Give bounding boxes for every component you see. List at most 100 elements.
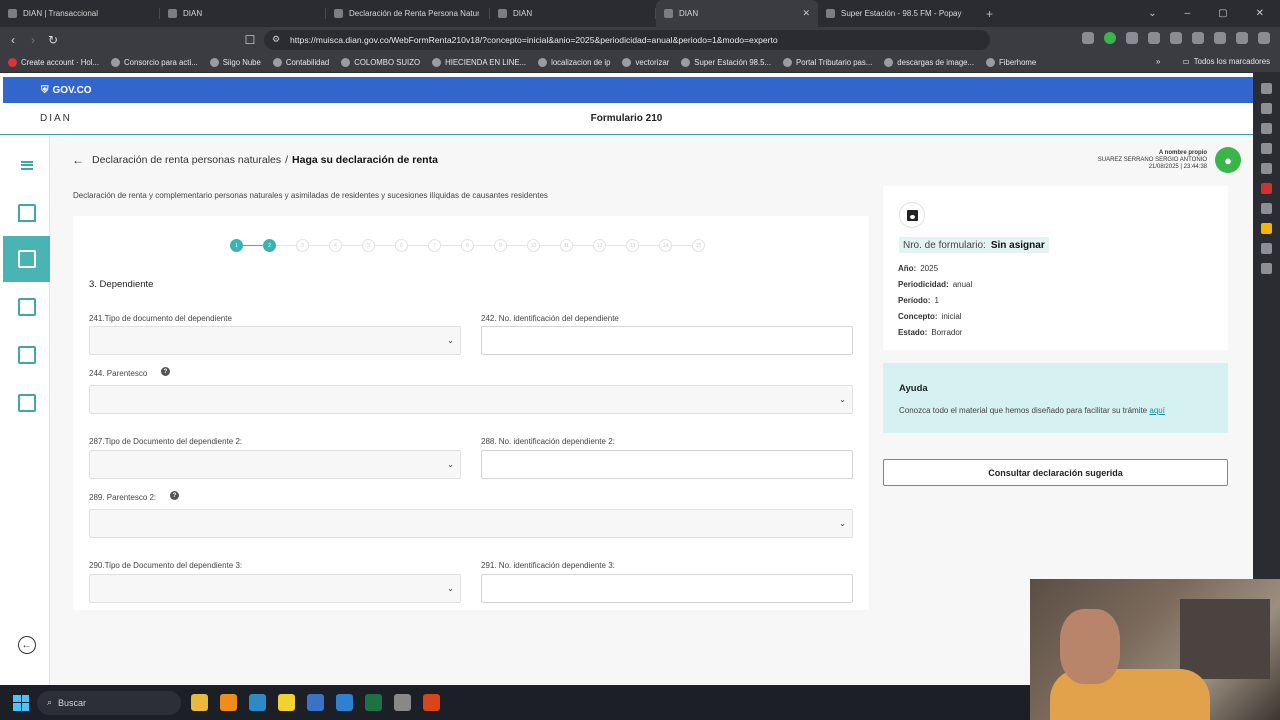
bookmark-item[interactable]: Super Estación 98.5...: [681, 58, 771, 67]
collapse-nav-button[interactable]: ←: [3, 622, 50, 668]
reload-icon[interactable]: ↻: [43, 33, 63, 47]
close-window-icon[interactable]: ✕: [1256, 8, 1264, 19]
input-288-id-number-2[interactable]: [481, 450, 853, 479]
notes-icon[interactable]: [278, 694, 295, 711]
browser-tab[interactable]: DIAN: [160, 0, 326, 27]
stepper-step[interactable]: 1: [230, 239, 243, 252]
sidebar-icon[interactable]: [1261, 223, 1272, 234]
extension-icon[interactable]: [1104, 32, 1116, 44]
back-icon[interactable]: ‹: [3, 33, 23, 47]
select-289-relationship-2[interactable]: ⌄: [89, 509, 853, 538]
sidebar-icon[interactable]: [1261, 243, 1272, 254]
edge-icon[interactable]: [249, 694, 266, 711]
close-tab-icon[interactable]: ✕: [802, 8, 810, 19]
download-icon[interactable]: [1170, 32, 1182, 44]
app-icon[interactable]: [307, 694, 324, 711]
stepper-step[interactable]: 9: [494, 239, 507, 252]
select-290-document-type-3[interactable]: ⌄: [89, 574, 461, 603]
help-link[interactable]: aquí: [1149, 406, 1165, 415]
stepper-step[interactable]: 3: [296, 239, 309, 252]
sidebar-icon[interactable]: [1261, 123, 1272, 134]
browser-tab[interactable]: Super Estación - 98.5 FM - Popay: [818, 0, 980, 27]
shield-icon[interactable]: [1236, 32, 1248, 44]
bookmark-item[interactable]: localizacion de ip: [538, 58, 610, 67]
browser-tab[interactable]: Declaración de Renta Persona Natural: [326, 0, 490, 27]
stepper-step[interactable]: 8: [461, 239, 474, 252]
extension-icon[interactable]: [1082, 32, 1094, 44]
nav-calendar[interactable]: [3, 284, 50, 330]
browser-tab[interactable]: DIAN | Transaccional: [0, 0, 160, 27]
forward-icon[interactable]: ›: [23, 33, 43, 47]
nav-list[interactable]: [3, 332, 50, 378]
stepper-step[interactable]: 11: [560, 239, 573, 252]
input-242-id-number[interactable]: [481, 326, 853, 355]
bookmark-item[interactable]: Siigo Nube: [209, 58, 261, 67]
chrome-icon[interactable]: [394, 694, 411, 711]
calculator-icon[interactable]: [336, 694, 353, 711]
nav-form-210[interactable]: [3, 236, 50, 282]
gov-link[interactable]: GOV.CO: [53, 85, 92, 96]
bookmark-icon[interactable]: ☐: [240, 33, 260, 47]
avatar[interactable]: ●: [1215, 147, 1241, 173]
maximize-icon[interactable]: ▢: [1218, 8, 1227, 19]
bookmark-item[interactable]: vectorizar: [622, 58, 669, 67]
bookmark-item[interactable]: Consorcio para acti...: [111, 58, 198, 67]
stepper-step[interactable]: 2: [263, 239, 276, 252]
sidebar-icon[interactable]: [1261, 143, 1272, 154]
bookmark-item[interactable]: HIECIENDA EN LINE...: [432, 58, 526, 67]
stepper-step[interactable]: 12: [593, 239, 606, 252]
sidebar-icon[interactable]: [1261, 83, 1272, 94]
nav-reports[interactable]: [3, 380, 50, 426]
bookmark-item[interactable]: Contabilidad: [272, 58, 329, 67]
browser-tab-active[interactable]: DIAN ✕: [656, 0, 818, 27]
select-241-document-type[interactable]: ⌄: [89, 326, 461, 355]
nav-home[interactable]: [3, 190, 50, 236]
sidebar-icon[interactable]: [1261, 163, 1272, 174]
help-icon[interactable]: ?: [170, 491, 179, 500]
site-info-icon[interactable]: ⚙: [272, 34, 282, 44]
chevron-right-icon[interactable]: »: [1156, 57, 1160, 66]
select-287-document-type-2[interactable]: ⌄: [89, 450, 461, 479]
stepper-step[interactable]: 13: [626, 239, 639, 252]
minimize-icon[interactable]: –: [1185, 8, 1191, 19]
excel-icon[interactable]: [365, 694, 382, 711]
input-291-id-number-3[interactable]: [481, 574, 853, 603]
stepper-step[interactable]: 10: [527, 239, 540, 252]
sidebar-icon[interactable]: [1261, 263, 1272, 274]
file-explorer-icon[interactable]: [191, 694, 208, 711]
bookmark-item[interactable]: descargas de image...: [884, 58, 974, 67]
sidebar-icon[interactable]: [1261, 103, 1272, 114]
help-icon[interactable]: ?: [161, 367, 170, 376]
select-244-relationship[interactable]: ⌄: [89, 385, 853, 414]
extension-icon[interactable]: [1126, 32, 1138, 44]
vlc-icon[interactable]: [220, 694, 237, 711]
url-field[interactable]: ⚙ https://muisca.dian.gov.co/WebFormRent…: [264, 30, 990, 50]
new-tab-button[interactable]: +: [986, 7, 993, 21]
extension-icon[interactable]: [1148, 32, 1160, 44]
stepper-step[interactable]: 15: [692, 239, 705, 252]
bookmark-item[interactable]: COLOMBO SUIZO: [341, 58, 420, 67]
stepper-step[interactable]: 14: [659, 239, 672, 252]
star-icon[interactable]: [1214, 32, 1226, 44]
save-button[interactable]: [899, 202, 925, 228]
breadcrumb-parent[interactable]: Declaración de renta personas naturales: [92, 154, 281, 166]
sidebar-icon[interactable]: [1261, 203, 1272, 214]
sidebar-icon[interactable]: [1261, 183, 1272, 194]
menu-icon[interactable]: [1258, 32, 1270, 44]
taskbar-search[interactable]: ⌕ Buscar: [37, 690, 181, 715]
suggested-declaration-button[interactable]: Consultar declaración sugerida: [883, 459, 1228, 486]
stepper-step[interactable]: 6: [395, 239, 408, 252]
menu-button[interactable]: [3, 142, 50, 188]
chevron-down-icon[interactable]: ⌄: [1148, 8, 1156, 19]
app-icon[interactable]: [423, 694, 440, 711]
bookmark-item[interactable]: Fiberhome: [986, 58, 1036, 67]
stepper-step[interactable]: 7: [428, 239, 441, 252]
windows-start-icon[interactable]: [13, 694, 29, 711]
stepper-step[interactable]: 5: [362, 239, 375, 252]
stepper-step[interactable]: 4: [329, 239, 342, 252]
bookmark-item[interactable]: Create account · Hol...: [8, 58, 99, 67]
music-icon[interactable]: [1192, 32, 1204, 44]
bookmark-item[interactable]: Portal Tributario pas...: [783, 58, 872, 67]
all-bookmarks-folder[interactable]: » ▭ Todos los marcadores: [1156, 57, 1270, 66]
back-arrow-icon[interactable]: ←: [72, 153, 84, 167]
